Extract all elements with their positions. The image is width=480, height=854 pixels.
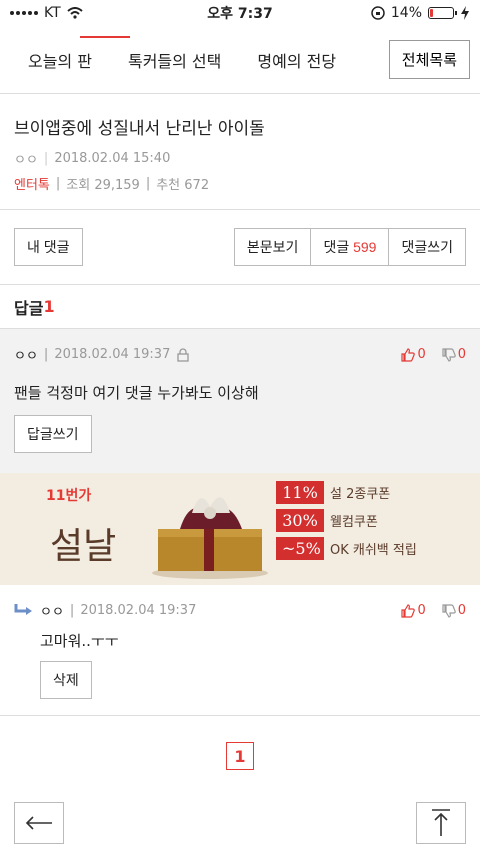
comment-datetime: 2018.02.04 19:37 — [54, 347, 171, 362]
rotation-lock-icon — [371, 6, 385, 20]
comment-item: ㅇㅇ | 2018.02.04 19:37 0 0 팬들 걱정마 여기 댓글 누… — [0, 329, 480, 473]
reply-votes: 0 0 — [401, 603, 466, 618]
downvote-count: 0 — [457, 347, 466, 362]
reply-item: ㅇㅇ | 2018.02.04 19:37 0 0 고마워..ㅜㅜ 삭제 — [0, 585, 480, 716]
wifi-icon — [67, 7, 83, 19]
ad-headline: 설날 — [50, 526, 117, 567]
coupon-row: ~5% OK 캐쉬백 적립 — [276, 537, 430, 560]
delete-button[interactable]: 삭제 — [40, 661, 92, 699]
article-category[interactable]: 엔터톡 — [14, 174, 50, 193]
comment-votes: 0 0 — [401, 347, 466, 362]
comments-button[interactable]: 댓글 599 — [311, 228, 390, 266]
battery-icon — [428, 7, 457, 19]
coupon-text: 웰컴쿠폰 — [330, 515, 378, 530]
lock-icon — [177, 347, 189, 362]
reply-datetime: 2018.02.04 19:37 — [80, 603, 197, 618]
signal-icon — [10, 11, 38, 15]
status-time: 오후 7:37 — [207, 6, 273, 22]
battery-level — [430, 9, 434, 17]
reply-upvote-button[interactable]: 0 — [401, 603, 426, 618]
divider: | — [145, 176, 151, 191]
all-list-button[interactable]: 전체목록 — [388, 40, 470, 79]
action-group: 본문보기 댓글 599 댓글쓰기 — [233, 228, 466, 266]
upvote-count: 0 — [417, 603, 426, 618]
ad-coupons: 11% 설 2종쿠폰 30% 웰컴쿠폰 ~5% OK 캐쉬백 적립 — [276, 481, 430, 565]
coupon-badge: 11% — [276, 481, 324, 504]
pagination: 1 — [0, 742, 480, 770]
divider: | — [43, 347, 49, 362]
ad-brand: 11번가 — [46, 488, 92, 504]
thumbs-down-icon — [442, 347, 456, 362]
tab-hall-of-fame[interactable]: 명예의 전당 — [239, 48, 354, 72]
back-button[interactable] — [14, 802, 64, 844]
top-nav: 오늘의 판 톡커들의 선택 명예의 전당 전체목록 — [0, 26, 480, 94]
coupon-text: OK 캐쉬백 적립 — [330, 543, 417, 558]
ad-banner[interactable]: 11번가 설날 11% 설 2종쿠폰 30% 웰컴쿠폰 ~5% OK 캐쉬백 적… — [0, 473, 480, 585]
comments-count: 599 — [353, 239, 377, 255]
reply-author: ㅇㅇ — [40, 605, 64, 620]
divider: | — [43, 151, 49, 166]
reply-downvote-button[interactable]: 0 — [442, 603, 466, 618]
thumbs-down-icon — [442, 603, 456, 618]
divider: | — [55, 176, 61, 191]
scroll-top-button[interactable] — [416, 802, 466, 844]
write-comment-button[interactable]: 댓글쓰기 — [389, 228, 466, 266]
upvote-count: 0 — [417, 347, 426, 362]
article-meta: ㅇㅇ | 2018.02.04 15:40 — [14, 149, 466, 168]
charging-icon — [461, 6, 469, 20]
replies-label: 답글 — [14, 298, 44, 318]
reply-body: 고마워..ㅜㅜ — [40, 632, 119, 650]
arrow-up-icon — [432, 809, 450, 836]
downvote-count: 0 — [457, 603, 466, 618]
article-recommend: 추천 672 — [156, 178, 210, 193]
article-views: 조회 29,159 — [66, 178, 140, 193]
thumbs-up-icon — [401, 603, 416, 618]
article-author: ㅇㅇ — [14, 153, 38, 168]
comment-body: 팬들 걱정마 여기 댓글 누가봐도 이상해 — [14, 384, 259, 402]
coupon-text: 설 2종쿠폰 — [330, 487, 391, 502]
status-left: KT — [10, 5, 83, 21]
my-comments-button[interactable]: 내 댓글 — [14, 228, 83, 266]
coupon-row: 30% 웰컴쿠폰 — [276, 509, 430, 532]
comments-label: 댓글 — [323, 239, 350, 255]
downvote-button[interactable]: 0 — [442, 347, 466, 362]
coupon-badge: ~5% — [276, 537, 324, 560]
nav-accent-bar — [80, 36, 130, 38]
divider: | — [69, 603, 75, 618]
article-stats: 엔터톡 | 조회 29,159 | 추천 672 — [14, 174, 466, 193]
battery-percent: 14% — [390, 5, 422, 21]
upvote-button[interactable]: 0 — [401, 347, 426, 362]
tab-talker-choice[interactable]: 톡커들의 선택 — [110, 48, 239, 72]
article-title: 브이앱중에 성질내서 난리난 아이돌 — [14, 119, 265, 139]
coupon-row: 11% 설 2종쿠폰 — [276, 481, 430, 504]
page-current[interactable]: 1 — [226, 742, 254, 770]
comment-actions: 내 댓글 본문보기 댓글 599 댓글쓰기 — [0, 210, 480, 285]
reply-arrow-icon — [14, 603, 32, 615]
status-right: 14% — [371, 5, 470, 21]
replies-header: 답글 1 — [0, 285, 480, 329]
article-datetime: 2018.02.04 15:40 — [54, 151, 171, 166]
reply-write-button[interactable]: 답글쓰기 — [14, 415, 92, 453]
tab-today[interactable]: 오늘의 판 — [10, 48, 110, 72]
thumbs-up-icon — [401, 347, 416, 362]
status-bar: KT 오후 7:37 14% — [0, 0, 480, 26]
replies-count: 1 — [43, 297, 55, 316]
carrier: KT — [44, 5, 61, 21]
comment-meta: ㅇㅇ | 2018.02.04 19:37 0 0 — [14, 345, 466, 364]
view-body-button[interactable]: 본문보기 — [233, 228, 312, 266]
arrow-left-icon — [25, 816, 52, 830]
gift-box-image — [152, 497, 268, 579]
reply-meta: ㅇㅇ | 2018.02.04 19:37 0 0 — [14, 601, 466, 620]
coupon-badge: 30% — [276, 509, 324, 532]
article-header: 브이앱중에 성질내서 난리난 아이돌 ㅇㅇ | 2018.02.04 15:40… — [0, 94, 480, 210]
comment-author: ㅇㅇ — [14, 349, 38, 364]
